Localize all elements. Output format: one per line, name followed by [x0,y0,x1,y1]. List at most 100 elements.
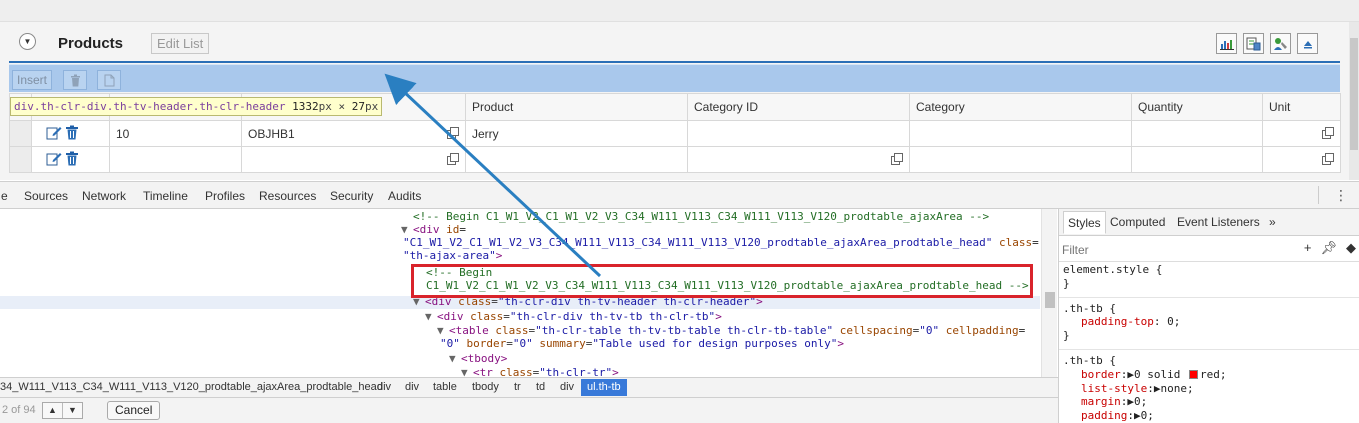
edit-icon[interactable] [46,152,62,169]
header-category-id[interactable]: Category ID [687,93,910,121]
cell-unit[interactable] [1262,120,1341,147]
elements-scrollbar-thumb[interactable] [1045,292,1055,308]
delete-button[interactable] [63,70,87,90]
page-scrollbar[interactable] [1349,22,1359,180]
tab-network[interactable]: Network [82,189,126,203]
dom-node[interactable]: "0" border="0" summary="Table used for d… [440,337,844,351]
dom-node[interactable]: <!-- Begin C1_W1_V2_C1_W1_V2_V3_C34_W111… [413,210,989,224]
add-rule-icon[interactable]: + [1304,240,1312,256]
dom-node[interactable]: "C1_W1_V2_C1_W1_V2_V3_C34_W111_V113_C34_… [403,236,1039,250]
inspect-tooltip: div.th-clr-div.th-tv-header.th-clr-heade… [10,97,383,116]
collapse-icon[interactable] [1297,33,1318,54]
header-divider [9,61,1340,63]
tab-timeline[interactable]: Timeline [143,189,188,203]
dom-node[interactable]: ▼ <tbody> [449,352,507,366]
dom-node[interactable]: ▼ <div id= [401,223,466,237]
tab-computed[interactable]: Computed [1106,211,1169,234]
trash-icon[interactable] [65,125,79,143]
settings-icon[interactable] [1270,33,1291,54]
value-help-icon[interactable] [891,153,903,168]
breadcrumb: 34_W111_V113_C34_W111_V113_V120_prodtabl… [0,377,1058,397]
cell-category-id[interactable] [687,146,910,173]
dom-node[interactable]: ▼ <table class="th-clr-table th-tv-tb-tab… [437,324,1025,338]
color-swatch[interactable] [1188,369,1198,379]
breadcrumb-item[interactable]: div [560,381,574,393]
copy-button[interactable] [97,70,121,90]
value-help-icon[interactable] [447,127,459,142]
tab-event-listeners[interactable]: Event Listeners [1173,211,1264,234]
page-scrollbar-thumb[interactable] [1350,38,1358,150]
cell-product[interactable] [465,146,688,173]
styles-pane: Styles Computed Event Listeners » + 📌︎ ◆… [1058,209,1359,423]
styles-tabbar: Styles Computed Event Listeners » [1059,209,1359,236]
cancel-button[interactable]: Cancel [107,401,161,420]
edit-icon[interactable] [46,126,62,143]
header-category[interactable]: Category [909,93,1132,121]
chevron-down-icon[interactable]: ▼ [63,403,82,418]
value-help-icon[interactable] [1322,153,1334,168]
find-nav: ▲ ▼ [42,402,83,419]
style-property[interactable]: margin:▶0; [1063,395,1359,409]
cell-category-id[interactable] [687,120,910,147]
tab-audits[interactable]: Audits [388,189,421,203]
tab-elements[interactable]: e [1,189,8,203]
style-property[interactable]: padding:▶0; [1063,409,1359,423]
collapse-toggle-button[interactable]: ▼ [19,33,36,50]
cell-item[interactable]: 10 [109,120,242,147]
insert-button[interactable]: Insert [12,70,53,90]
tab-security[interactable]: Security [330,189,373,203]
cell-product-id[interactable] [241,146,466,173]
panel-title: Products [58,35,124,52]
style-property[interactable]: padding-top: 0; [1063,315,1359,329]
cell-quantity[interactable] [1131,146,1263,173]
value-help-icon[interactable] [1322,127,1334,142]
styles-filter-input[interactable] [1062,241,1262,258]
header-product[interactable]: Product [465,93,688,121]
breadcrumb-item[interactable]: div [405,381,419,393]
breadcrumb-item[interactable]: table [433,381,457,393]
breadcrumb-item[interactable]: tbody [472,381,499,393]
cell-product-id[interactable]: OBJHB1 [241,120,466,147]
tab-resources[interactable]: Resources [259,189,316,203]
dom-node[interactable]: "th-ajax-area"> [403,249,502,263]
dom-node[interactable]: ▼ <div class="th-clr-div th-tv-tb th-clr-… [425,310,722,324]
row-selector[interactable] [9,120,32,147]
cell-product[interactable]: Jerry [465,120,688,147]
breadcrumb-item[interactable]: div [377,381,391,393]
row-selector[interactable] [9,146,32,173]
header-unit[interactable]: Unit [1262,93,1341,121]
more-options-icon[interactable]: ⋮ [1334,187,1348,204]
tab-profiles[interactable]: Profiles [205,189,245,203]
color-picker-icon[interactable]: ◆ [1346,240,1356,256]
chevron-up-icon[interactable]: ▲ [43,403,63,418]
export-icon[interactable] [1243,33,1264,54]
edit-list-button[interactable]: Edit List [151,33,210,54]
cell-unit[interactable] [1262,146,1341,173]
cell-category[interactable] [909,120,1132,147]
cell-item[interactable] [109,146,242,173]
header-quantity[interactable]: Quantity [1131,93,1263,121]
chart-icon[interactable] [1216,33,1237,54]
tab-more[interactable]: » [1265,211,1280,234]
style-property[interactable]: border:▶0 solid red; [1063,368,1359,382]
copy-icon [104,74,114,86]
breadcrumb-item[interactable]: 34_W111_V113_C34_W111_V113_V120_prodtabl… [0,381,383,393]
tab-sources[interactable]: Sources [24,189,68,203]
table-row [9,146,1341,173]
table-row: 10 OBJHB1 Jerry [9,120,1341,147]
trash-icon[interactable] [65,151,79,169]
style-property[interactable]: list-style:▶none; [1063,382,1359,396]
annotation-highlight-box [411,264,1033,298]
dom-node[interactable]: ▼ <tr class="th-clr-tr"> [461,366,619,377]
pin-icon[interactable]: 📌︎ [1320,240,1337,256]
cell-quantity[interactable] [1131,120,1263,147]
find-count: 2 of 94 [2,404,36,416]
breadcrumb-active[interactable]: ul.th-tb [581,379,627,396]
cell-category[interactable] [909,146,1132,173]
value-help-icon[interactable] [447,153,459,168]
breadcrumb-item[interactable]: td [536,381,545,393]
tab-styles[interactable]: Styles [1063,211,1106,234]
elements-scrollbar[interactable] [1041,209,1057,377]
breadcrumb-item[interactable]: tr [514,381,521,393]
devtools-tabbar: e Sources Network Timeline Profiles Reso… [0,181,1359,209]
